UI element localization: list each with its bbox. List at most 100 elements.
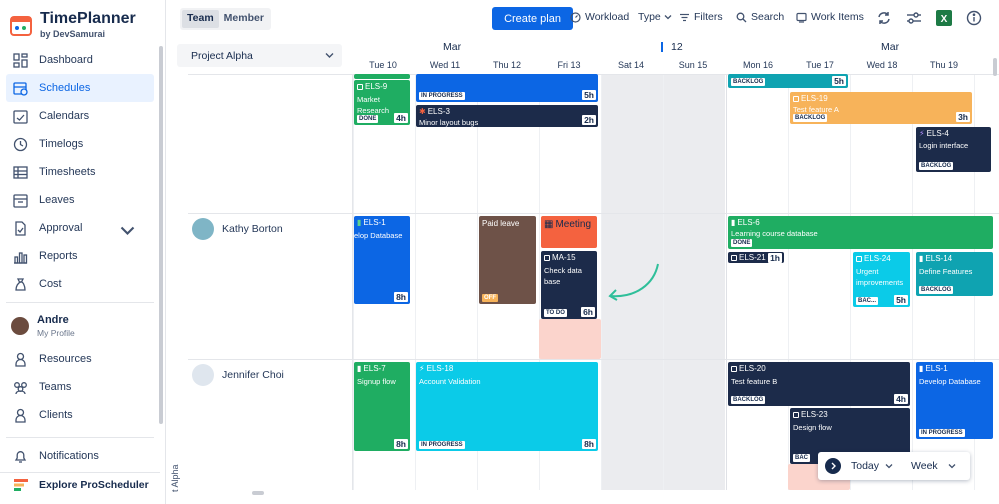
- divider: [0, 472, 160, 473]
- sidebar-item-calendars[interactable]: Calendars: [6, 102, 154, 130]
- leave-title: Paid leave: [482, 219, 520, 228]
- sidebar-nav: Dashboard Schedules Calendars Timelogs T…: [6, 46, 154, 470]
- sidebar-scrollbar[interactable]: [159, 46, 163, 424]
- week-select[interactable]: Week: [911, 460, 938, 472]
- sidebar-item-timelogs[interactable]: Timelogs: [6, 130, 154, 158]
- task-card-els-19[interactable]: ELS-19 Test feature A BACKLOG 3h: [790, 92, 972, 124]
- task-card-els-20[interactable]: ELS-20 Test feature B BACKLOG 4h: [728, 362, 910, 406]
- task-card[interactable]: [354, 74, 410, 79]
- story-icon: ▮: [731, 218, 736, 227]
- task-card-els-18[interactable]: ⚡ ELS-18 Account Validation IN PROGRESS 8…: [416, 362, 598, 451]
- resource-row-jennifer[interactable]: Jennifer Choi: [192, 364, 284, 386]
- sidebar-item-label: Cost: [39, 278, 62, 290]
- client-icon: [15, 408, 26, 423]
- hours-label: 6h: [581, 307, 595, 317]
- status-badge: IN PROGRESS: [419, 92, 465, 100]
- status-badge: DONE: [731, 239, 753, 247]
- explore-proscheduler-link[interactable]: Explore ProScheduler: [14, 478, 149, 492]
- task-card-els-9[interactable]: ELS-9 Market Research DONE 4h: [354, 80, 410, 125]
- sidebar-item-label: Approval: [39, 222, 83, 234]
- excel-export-icon[interactable]: X: [936, 10, 952, 26]
- horizontal-scrollbar[interactable]: [252, 491, 264, 495]
- profile-link[interactable]: Andre My Profile: [6, 307, 154, 345]
- today-button[interactable]: Today: [851, 460, 879, 472]
- task-card-els-3[interactable]: ✱ ELS-3 Minor layout bugs 2h: [416, 105, 598, 127]
- vertical-scrollbar[interactable]: [993, 58, 997, 76]
- info-icon[interactable]: [966, 10, 982, 26]
- sidebar: TimePlanner by DevSamurai Dashboard Sche…: [0, 0, 166, 504]
- app-root: TimePlanner by DevSamurai Dashboard Sche…: [0, 0, 999, 504]
- hours-label: 5h: [894, 295, 908, 305]
- status-badge: BACKLOG: [793, 114, 828, 122]
- chevron-down-icon: [325, 53, 334, 58]
- chevron-down-icon[interactable]: [885, 462, 893, 470]
- sidebar-item-clients[interactable]: Clients: [6, 401, 154, 429]
- refresh-icon[interactable]: [876, 10, 892, 26]
- work-items-button[interactable]: Work Items: [796, 11, 864, 23]
- task-card-in-progress[interactable]: IN PROGRESS 5h: [416, 74, 598, 102]
- sidebar-item-teams[interactable]: Teams: [6, 373, 154, 401]
- sidebar-item-label: Clients: [39, 409, 73, 421]
- chevron-down-icon[interactable]: [948, 462, 956, 470]
- chevron-down-icon[interactable]: [120, 223, 135, 238]
- sidebar-item-leaves[interactable]: Leaves: [6, 186, 154, 214]
- task-card-els-4[interactable]: ⚡ ELS-4 Login interface BACKLOG: [916, 127, 991, 172]
- task-title: Minor layout bugs: [419, 118, 479, 127]
- sidebar-item-timesheets[interactable]: Timesheets: [6, 158, 154, 186]
- resource-row-kathy[interactable]: Kathy Borton: [192, 218, 283, 240]
- settings-sliders-icon[interactable]: [906, 10, 922, 26]
- checkbox-icon: [544, 254, 550, 261]
- task-title: Login interface: [919, 141, 969, 150]
- task-card-els-1[interactable]: ▮ ELS-1 elop Database 8h: [354, 216, 410, 304]
- sidebar-item-resources[interactable]: Resources: [6, 345, 154, 373]
- task-card-backlog[interactable]: BACKLOG 5h: [728, 74, 848, 88]
- status-badge: TO DO: [544, 309, 567, 317]
- sidebar-item-approval[interactable]: Approval: [6, 214, 154, 242]
- sidebar-item-label: Leaves: [39, 194, 75, 206]
- status-badge: IN PROGRESS: [419, 441, 465, 449]
- task-card-els-7[interactable]: ▮ ELS-7 Signup flow 8h: [354, 362, 410, 451]
- approval-doc-icon: [15, 220, 26, 236]
- calendar-icon: ▦: [544, 219, 554, 230]
- create-plan-button[interactable]: Create plan: [492, 7, 573, 30]
- svg-text:X: X: [941, 14, 948, 25]
- next-week-button[interactable]: [825, 458, 841, 474]
- task-card-els-21[interactable]: ELS-21 1h: [728, 252, 784, 263]
- sidebar-item-reports[interactable]: Reports: [6, 242, 154, 270]
- workload-button[interactable]: Workload: [570, 11, 629, 23]
- sidebar-item-schedules[interactable]: Schedules: [6, 74, 154, 102]
- brand[interactable]: TimePlanner by DevSamurai: [10, 10, 136, 39]
- meeting-card[interactable]: ▦ Meeting: [541, 216, 597, 248]
- sidebar-item-dashboard[interactable]: Dashboard: [6, 46, 154, 74]
- team-toggle-button[interactable]: Team: [182, 10, 219, 28]
- task-card-els-1b[interactable]: ▮ ELS-1 Develop Database IN PROGRESS: [916, 362, 993, 439]
- avatar: [192, 364, 214, 386]
- row-divider: [188, 359, 999, 360]
- hours-label: 2h: [582, 115, 596, 125]
- team-icon: [14, 381, 27, 394]
- leave-card-paid[interactable]: Paid leave OFF: [479, 216, 536, 304]
- member-toggle-button[interactable]: Member: [219, 10, 269, 28]
- filters-button[interactable]: Filters: [679, 11, 723, 23]
- app-by: by DevSamurai: [40, 29, 106, 39]
- task-card-els-24[interactable]: ELS-24 Urgent improvements BAC... 5h: [853, 252, 910, 307]
- hours-label: 4h: [394, 113, 408, 123]
- sidebar-item-label: Notifications: [39, 450, 99, 462]
- sidebar-item-cost[interactable]: Cost: [6, 270, 154, 298]
- task-card-els-14[interactable]: ▮ ELS-14 Define Features BACKLOG: [916, 252, 993, 296]
- task-id: ELS-9: [357, 82, 387, 91]
- day-header: Wed 18: [866, 60, 898, 70]
- project-select[interactable]: Project Alpha: [177, 44, 342, 67]
- sidebar-item-label: Teams: [39, 381, 72, 393]
- search-button[interactable]: Search: [736, 11, 784, 23]
- hours-label: 8h: [394, 292, 408, 302]
- task-card-ma-15[interactable]: MA-15 Check data base TO DO 6h: [541, 251, 597, 319]
- sidebar-item-notifications[interactable]: Notifications: [6, 442, 154, 470]
- status-badge: BACKLOG: [731, 78, 766, 86]
- search-label: Search: [751, 11, 785, 23]
- sidebar-item-label: Schedules: [39, 82, 91, 94]
- task-card-els-6[interactable]: ▮ ELS-6 Learning course database DONE: [728, 216, 993, 249]
- divider: [6, 302, 154, 303]
- type-dropdown[interactable]: Type: [638, 11, 672, 23]
- task-id: ELS-24: [856, 254, 891, 263]
